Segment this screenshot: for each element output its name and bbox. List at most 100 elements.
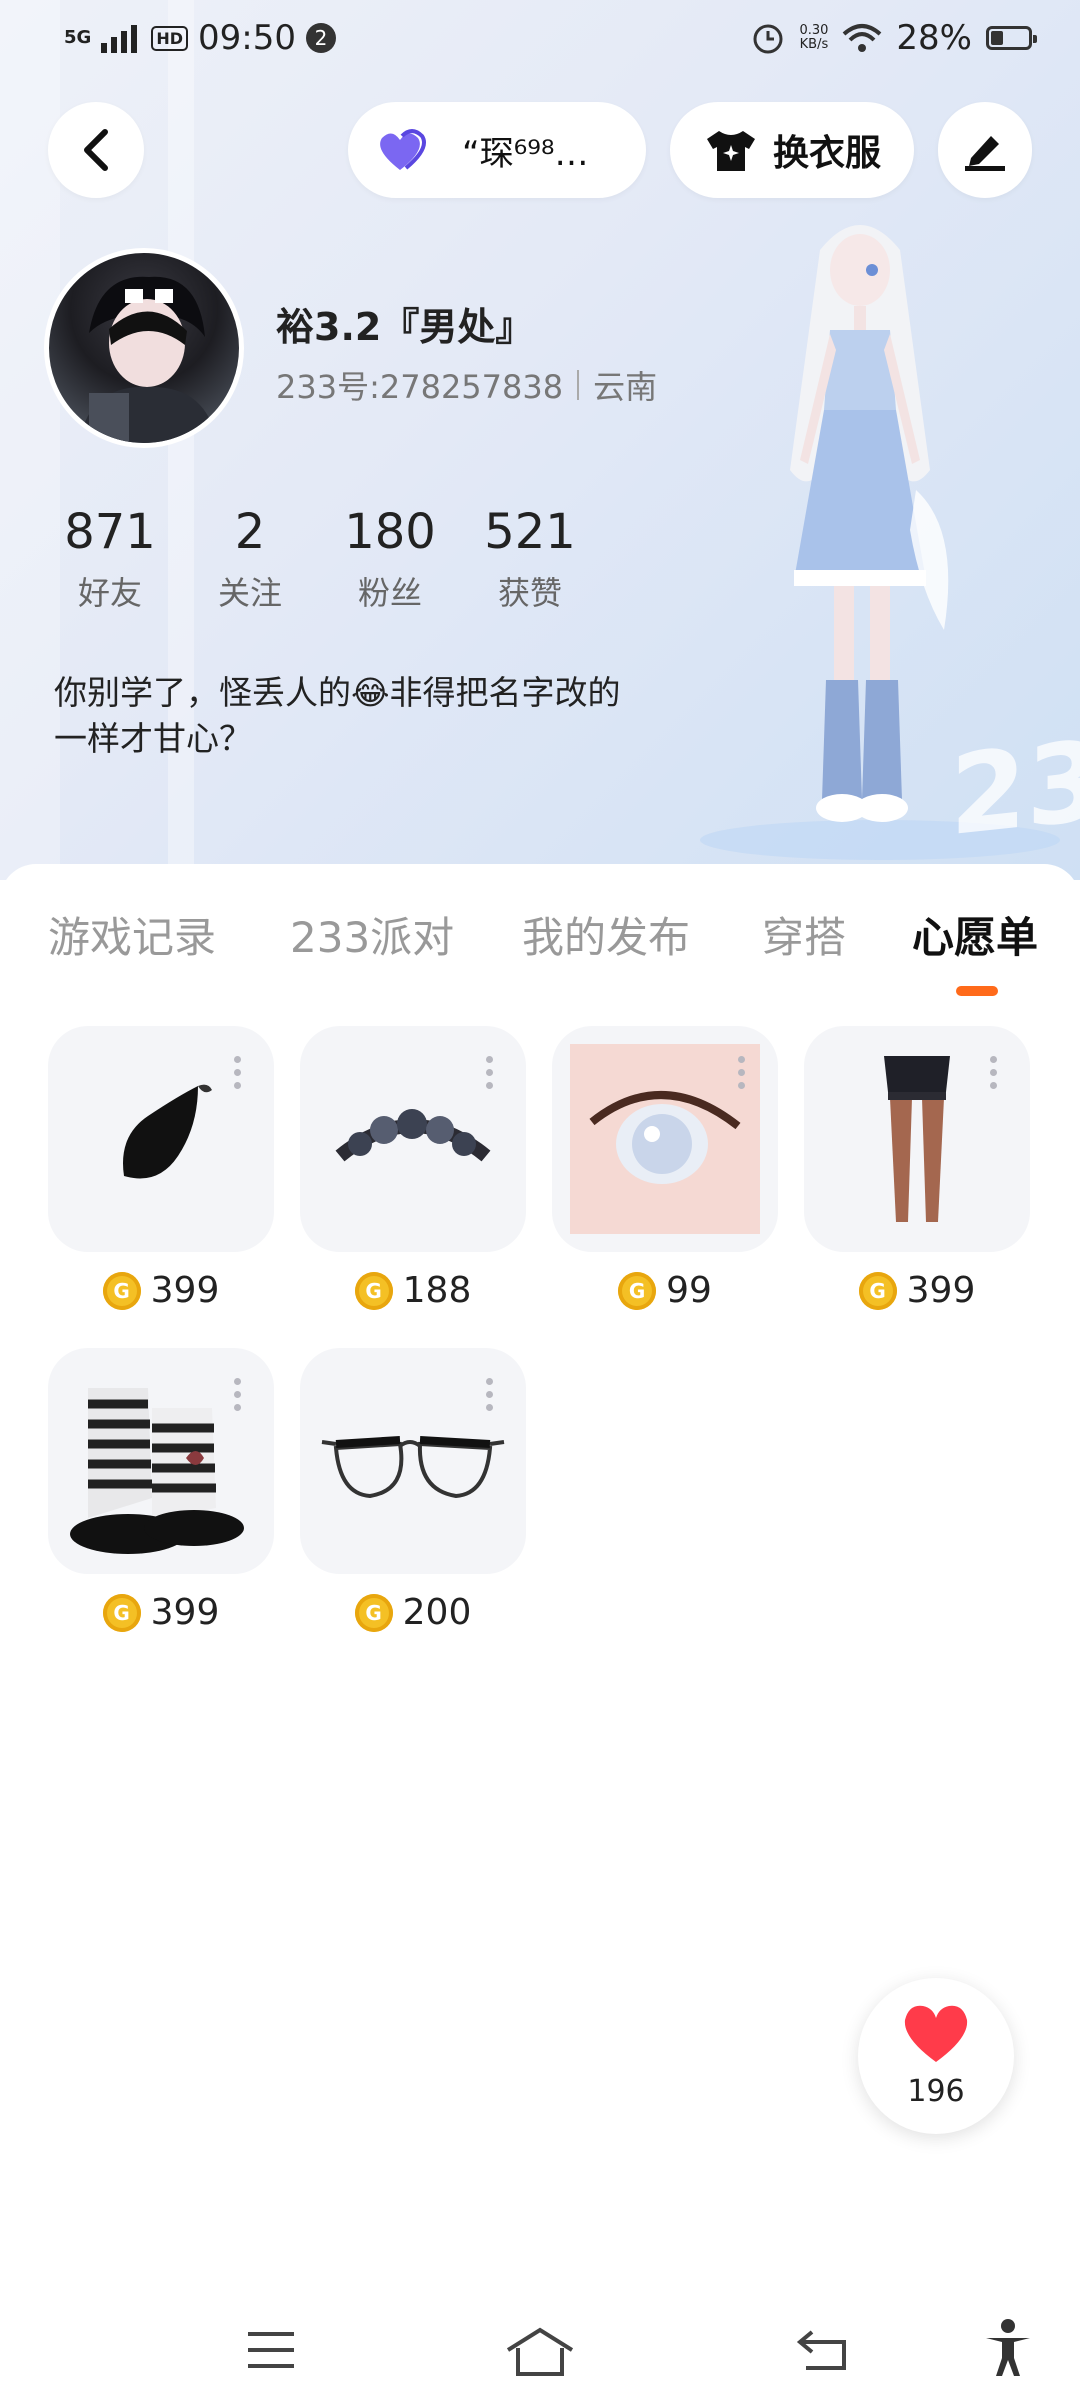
profile-name: 裕3.2『男处』 [276,305,534,349]
speed-value: 0.30 [799,23,829,38]
price-value: 399 [150,1592,220,1633]
profile-id: 233号:278257838 [276,368,564,406]
profile-stats: 871 好友 2 关注 180 粉丝 521 获赞 [40,504,600,614]
profile-hero: 5G HD 09:50 2 0.30 KB/s 28% “琛⁶⁹⁸… 换衣服 裕… [0,0,1080,880]
notification-count: 2 [305,23,336,53]
stat-value: 2 [234,504,266,560]
price-value: 200 [402,1592,472,1633]
stat-fans[interactable]: 180 粉丝 [320,504,460,614]
stat-likes[interactable]: 521 获赞 [460,504,600,614]
price-value: 99 [666,1270,712,1311]
item-card[interactable] [804,1026,1030,1252]
back-nav-icon[interactable] [796,2326,850,2374]
divider [577,370,580,400]
change-outfit-button[interactable]: 换衣服 [670,102,914,198]
item-card[interactable] [48,1026,274,1252]
wishlist-item[interactable]: G 200 [300,1348,526,1633]
wifi-icon [843,24,882,52]
stat-label: 关注 [217,574,282,612]
wishlist-item[interactable]: G 399 [48,1348,274,1633]
alarm-icon [753,24,783,54]
more-options-icon[interactable] [990,1056,997,1089]
coin-icon: G [618,1271,657,1310]
like-button[interactable]: 196 [858,1978,1014,2134]
hd-badge: HD [151,25,188,51]
item-price: G 399 [48,1592,274,1633]
more-options-icon[interactable] [738,1056,745,1089]
more-options-icon[interactable] [234,1378,241,1411]
stat-value: 180 [344,504,436,560]
profile-location: 云南 [593,368,658,406]
wishlist-item[interactable]: G 399 [804,1026,1030,1311]
bio-line: 一样才甘心？ [54,719,252,758]
item-price: G 99 [552,1270,778,1311]
item-price: G 399 [48,1270,274,1311]
character-model[interactable] [730,210,990,850]
item-price: G 399 [804,1270,1030,1311]
edit-pen-icon [965,136,1005,171]
battery-percent: 28% [896,18,972,58]
friend-pill[interactable]: “琛⁶⁹⁸… [348,102,646,198]
content-sheet: 游戏记录 233派对 我的发布 穿搭 心愿单 G 399 G 188 G 99 … [0,864,1080,2408]
more-options-icon[interactable] [486,1378,493,1411]
tshirt-icon [706,131,755,171]
coin-icon: G [102,1593,141,1632]
battery-icon [986,26,1037,50]
avatar[interactable] [44,248,244,448]
item-price: G 188 [300,1270,526,1311]
heart-icon [904,2005,968,2062]
stat-label: 好友 [77,574,142,612]
menu-icon[interactable] [244,2326,298,2374]
more-options-icon[interactable] [486,1056,493,1089]
change-outfit-label: 换衣服 [772,133,881,174]
home-icon[interactable] [504,2326,576,2378]
coin-icon: G [858,1271,897,1310]
tab-bar: 游戏记录 233派对 我的发布 穿搭 心愿单 [0,864,1080,996]
coin-icon: G [354,1593,393,1632]
wishlist-item[interactable]: G 99 [552,1026,778,1311]
item-card[interactable] [300,1026,526,1252]
coin-icon: G [102,1271,141,1310]
tab-233-party[interactable]: 233派对 [290,904,454,965]
status-bar: 5G HD 09:50 2 0.30 KB/s 28% [0,0,1080,84]
speed-unit: KB/s [799,37,829,52]
price-value: 188 [402,1270,472,1311]
active-tab-indicator [956,986,998,996]
profile-id-line: 233号:278257838 云南 [276,362,657,408]
edit-button[interactable] [938,102,1032,198]
wishlist-item[interactable]: G 399 [48,1026,274,1311]
avatar-photo [79,276,217,443]
back-arrow-icon [84,129,108,171]
tab-game-records[interactable]: 游戏记录 [48,904,216,965]
friend-pill-label: “琛⁶⁹⁸… [462,133,589,174]
price-value: 399 [906,1270,976,1311]
system-nav-bar [0,2300,1080,2408]
accessibility-icon[interactable] [982,2318,1034,2378]
item-card[interactable] [300,1348,526,1574]
item-card[interactable] [48,1348,274,1574]
tab-wishlist[interactable]: 心愿单 [912,904,1038,965]
coin-icon: G [354,1271,393,1310]
signal-icon [101,25,138,53]
tab-outfits[interactable]: 穿搭 [762,904,846,965]
stat-label: 获赞 [497,574,562,612]
stat-friends[interactable]: 871 好友 [40,504,180,614]
stat-label: 粉丝 [357,574,422,612]
more-options-icon[interactable] [234,1056,241,1089]
clock: 09:50 [197,18,296,58]
like-count: 196 [907,2074,965,2109]
bio-line: 你别学了，怪丢人的😂非得把名字改的 [54,673,621,712]
tab-my-posts[interactable]: 我的发布 [522,904,690,965]
network-speed: 0.30 KB/s [799,24,828,52]
wishlist-item[interactable]: G 188 [300,1026,526,1311]
network-type: 5G [64,27,92,48]
back-button[interactable] [48,102,144,198]
stat-value: 871 [64,504,156,560]
stat-value: 521 [484,504,576,560]
item-price: G 200 [300,1592,526,1633]
couple-heart-icon [380,129,426,170]
profile-bio: 你别学了，怪丢人的😂非得把名字改的 一样才甘心？ [54,670,694,762]
item-card[interactable] [552,1026,778,1252]
stat-following[interactable]: 2 关注 [180,504,320,614]
price-value: 399 [150,1270,220,1311]
